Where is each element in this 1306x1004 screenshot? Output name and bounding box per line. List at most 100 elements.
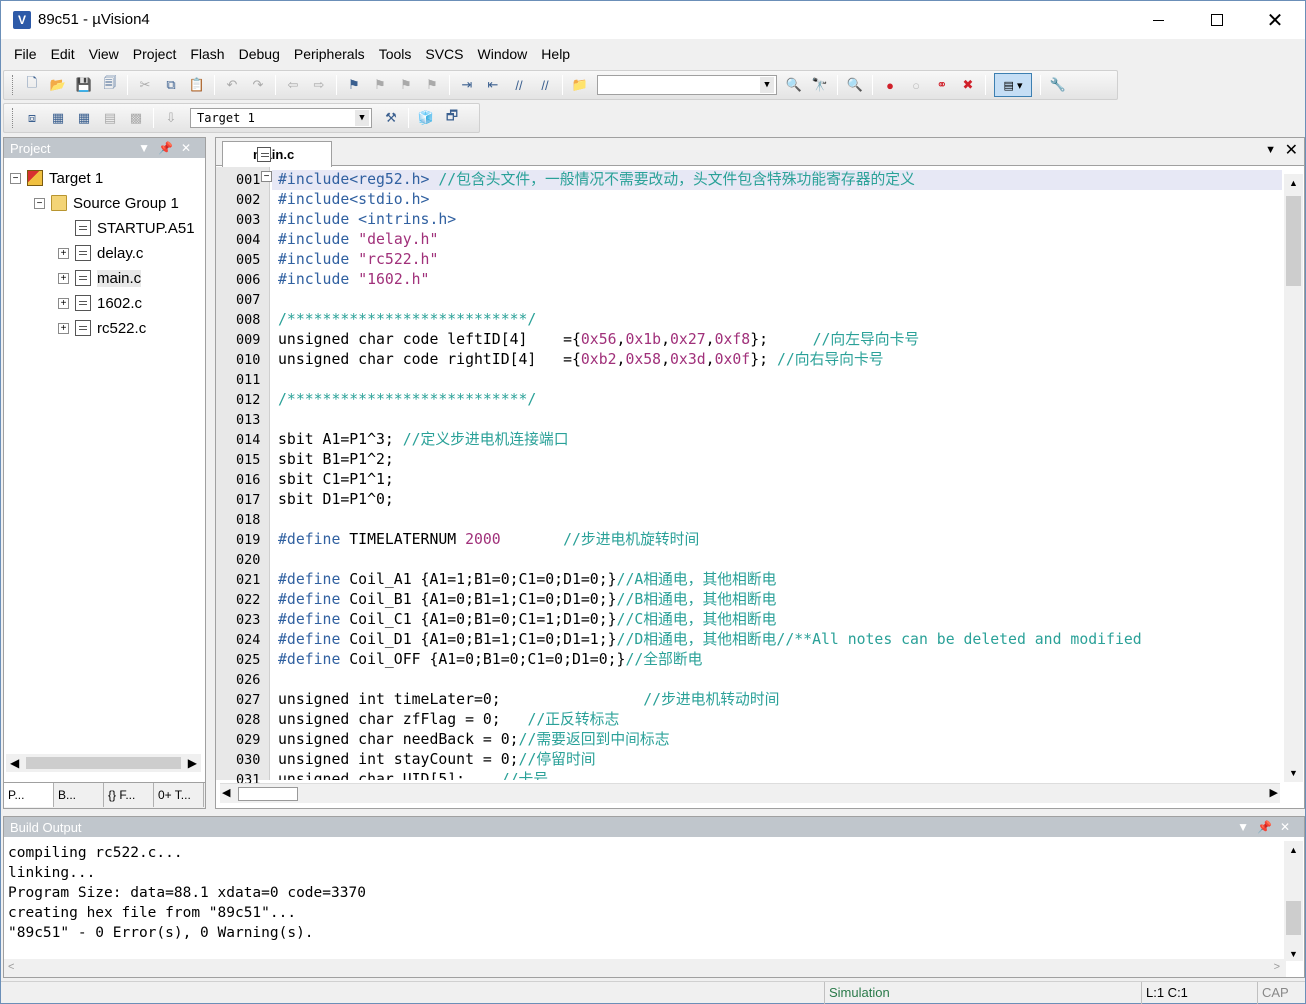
tree-item[interactable]: − Target 1 (10, 167, 103, 189)
menu-peripherals[interactable]: Peripherals (287, 46, 372, 62)
toolbar-grip[interactable] (12, 75, 15, 95)
disable-breakpoint-icon[interactable]: ○ (906, 75, 926, 95)
scroll-up-icon[interactable]: ▲ (1284, 174, 1303, 192)
maximize-button[interactable] (1188, 1, 1246, 39)
pin-icon[interactable]: 📌 (158, 141, 181, 155)
menu-edit[interactable]: Edit (44, 46, 82, 62)
save-icon[interactable]: 💾 (74, 75, 94, 95)
kill-all-breakpoints-icon[interactable]: ✖ (958, 75, 978, 95)
build-output-text[interactable]: compiling rc522.c... linking... Program Si… (8, 843, 366, 943)
rebuild-icon[interactable]: ▦ (74, 108, 94, 128)
collapse-icon[interactable]: − (34, 197, 45, 209)
clear-bookmarks-icon[interactable]: ⚑ (422, 75, 442, 95)
manage-components-icon[interactable]: 🧊 (416, 108, 436, 128)
redo-icon[interactable]: ↷ (248, 75, 268, 95)
stop-build-icon[interactable]: ▩ (126, 108, 146, 128)
tree-item[interactable]: + delay.c (58, 242, 143, 264)
new-file-icon[interactable]: 🗋 (22, 75, 42, 95)
breakpoint-icon[interactable]: ● (880, 75, 900, 95)
scroll-down-icon[interactable]: ▼ (1284, 949, 1303, 959)
menu-debug[interactable]: Debug (232, 46, 287, 62)
uncomment-icon[interactable]: // (535, 75, 555, 95)
panel-menu-icon[interactable]: ▼ (1237, 820, 1257, 834)
menu-project[interactable]: Project (126, 46, 184, 62)
menu-file[interactable]: File (7, 46, 44, 62)
navigate-back-icon[interactable]: ⇦ (283, 75, 303, 95)
vertical-scrollbar[interactable]: ▲ ▼ (1284, 841, 1303, 961)
menu-help[interactable]: Help (534, 46, 577, 62)
code-area[interactable]: #include<reg52.h> //包含头文件，一般情况不需要改动，头文件包… (272, 167, 1282, 780)
scroll-thumb[interactable] (238, 787, 298, 801)
horizontal-scrollbar[interactable]: < > (4, 959, 1286, 977)
next-bookmark-icon[interactable]: ⚑ (396, 75, 416, 95)
tree-item[interactable]: +1602.c (58, 292, 142, 314)
close-icon[interactable]: ✕ (181, 141, 199, 155)
menu-svcs[interactable]: SVCS (418, 46, 470, 62)
toolbar-grip[interactable] (12, 108, 15, 128)
prev-bookmark-icon[interactable]: ⚑ (370, 75, 390, 95)
disable-all-breakpoints-icon[interactable]: ⚭ (932, 75, 952, 95)
scroll-thumb[interactable] (26, 757, 181, 769)
scroll-up-icon[interactable]: ▲ (1284, 845, 1303, 855)
batch-build-icon[interactable]: ▤ (100, 108, 120, 128)
tree-item[interactable]: STARTUP.A51 (58, 217, 195, 239)
expand-icon[interactable]: + (58, 247, 69, 259)
scroll-left-icon[interactable]: ◀ (222, 786, 230, 799)
debug-session-icon[interactable]: 🔍 (845, 75, 865, 95)
configure-wrench-icon[interactable]: 🔧 (1048, 75, 1068, 95)
project-tab[interactable]: P... (4, 783, 54, 807)
expand-icon[interactable]: + (58, 297, 69, 309)
books-tab[interactable]: B... (54, 783, 104, 807)
incremental-find-icon[interactable]: 🔭 (810, 75, 830, 95)
scroll-left-icon[interactable]: < (8, 961, 14, 973)
comment-icon[interactable]: // (509, 75, 529, 95)
scroll-thumb[interactable] (1286, 901, 1301, 935)
window-layout-button[interactable]: ▤ ▾ (994, 73, 1032, 97)
navigate-forward-icon[interactable]: ⇨ (309, 75, 329, 95)
download-load-icon[interactable]: ⇩ (161, 108, 181, 128)
close-icon[interactable]: ✕ (1285, 140, 1298, 160)
tree-item[interactable]: + main.c (58, 267, 142, 289)
translate-icon[interactable]: ⧈ (22, 108, 42, 128)
horizontal-scrollbar[interactable]: ◀ ▶ (6, 754, 201, 772)
bookmark-icon[interactable]: ⚑ (344, 75, 364, 95)
target-options-icon[interactable]: ⚒ (381, 108, 401, 128)
expand-icon[interactable]: + (58, 272, 69, 284)
collapse-icon[interactable]: − (10, 172, 21, 184)
chevron-down-icon[interactable]: ▼ (760, 77, 774, 93)
undo-icon[interactable]: ↶ (222, 75, 242, 95)
scroll-right-icon[interactable]: ▶ (188, 756, 197, 770)
tree-item[interactable]: − Source Group 1 (34, 192, 179, 214)
scroll-down-icon[interactable]: ▼ (1284, 764, 1303, 782)
horizontal-scrollbar[interactable]: ◀ ▶ (220, 783, 1280, 803)
find-icon[interactable]: 🔍 (784, 75, 804, 95)
vertical-scrollbar[interactable]: ▲ ▼ (1284, 174, 1303, 782)
save-all-icon[interactable]: 🗐 (100, 75, 120, 95)
open-file-icon[interactable]: 📂 (48, 75, 68, 95)
menu-view[interactable]: View (82, 46, 126, 62)
menu-tools[interactable]: Tools (372, 46, 419, 62)
chevron-down-icon[interactable]: ▼ (1265, 144, 1276, 156)
functions-tab[interactable]: {} F... (104, 783, 154, 807)
unindent-icon[interactable]: ⇤ (483, 75, 503, 95)
chevron-down-icon[interactable]: ▼ (355, 110, 369, 126)
paste-icon[interactable]: 📋 (187, 75, 207, 95)
close-icon[interactable]: ✕ (1280, 820, 1298, 834)
expand-icon[interactable]: + (58, 322, 69, 334)
scroll-left-icon[interactable]: ◀ (10, 756, 19, 770)
menu-flash[interactable]: Flash (183, 46, 231, 62)
minimize-button[interactable] (1129, 1, 1187, 39)
pin-icon[interactable]: 📌 (1257, 820, 1280, 834)
build-icon[interactable]: ▦ (48, 108, 68, 128)
scroll-right-icon[interactable]: ▶ (1270, 786, 1278, 799)
find-in-files-icon[interactable]: 📁 (570, 75, 590, 95)
fold-toggle-icon[interactable]: − (261, 171, 272, 182)
target-select[interactable]: Target 1 ▼ (190, 108, 372, 128)
manage-books-icon[interactable]: 🗗 (442, 108, 462, 128)
scroll-right-icon[interactable]: > (1274, 961, 1280, 973)
find-combo[interactable]: ▼ (597, 75, 777, 95)
scroll-thumb[interactable] (1286, 196, 1301, 286)
panel-menu-icon[interactable]: ▼ (138, 141, 158, 155)
copy-icon[interactable]: ⧉ (161, 75, 181, 95)
close-window-button[interactable]: ✕ (1246, 1, 1304, 39)
